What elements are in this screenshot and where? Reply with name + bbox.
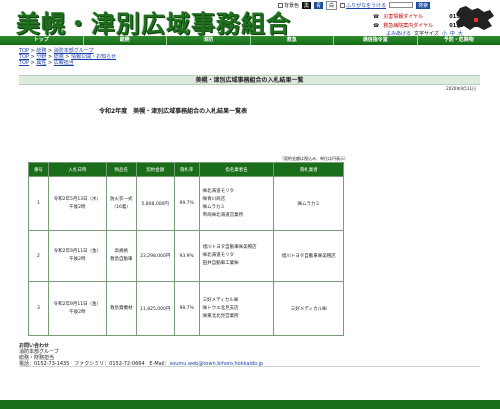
bidder-name: ㈱青川商店	[202, 196, 226, 202]
nav-dispatch[interactable]: 通信指令室	[334, 36, 418, 45]
col-winner: 落札業者	[273, 162, 344, 177]
footer-bar	[0, 400, 500, 409]
palette-icon	[278, 2, 283, 8]
phone-icon: ☎	[373, 13, 380, 20]
breadcrumb-link[interactable]: 広報担当	[54, 60, 74, 66]
document-heading: 令和2年度 美幌・津別広域事務組合の入札結果一覧表	[99, 108, 248, 115]
utility-bar: 背景色 黒 青 白 ふりがなをうける 検索	[278, 0, 431, 10]
nav-general-affairs[interactable]: 総務	[84, 36, 167, 45]
bidder-name: 三好メディカル㈱	[202, 297, 239, 303]
cell-rate: 99.7%	[173, 176, 200, 231]
phone-label: 救急病院案内ダイヤル	[383, 23, 434, 29]
time-text: 午後2時	[69, 309, 86, 315]
item-text: 救急資機材	[110, 305, 133, 311]
cell-item: 防火衣一式 （16着）	[105, 176, 137, 231]
cell-no: 3	[28, 281, 49, 336]
col-bidders: 指名業者名	[198, 162, 275, 177]
cell-rate: 98.7%	[173, 281, 200, 336]
cell-winner: 旭川トヨタ自動車㈱美幌店	[273, 230, 344, 282]
cell-no: 1	[28, 176, 49, 231]
background-color-label: 背景色	[284, 2, 300, 9]
search-input[interactable]	[389, 2, 414, 8]
search-button[interactable]: 検索	[416, 1, 431, 9]
bg-black-button[interactable]: 黒	[302, 1, 312, 9]
date-text: 令和2年9月11日（金）	[53, 249, 102, 254]
breadcrumb-line: TOP > 属性 > 広報担当	[19, 60, 74, 66]
bid-results-table: 番号 入札日時 物品名 契約金額 落札率 指名業者名 落札業者 1 令和2年5月…	[28, 162, 344, 336]
site-logo-title[interactable]: 美幌・津別広域事務組合	[16, 4, 291, 39]
nav-top[interactable]: トップ	[0, 36, 84, 45]
cell-amount: 23,298,000円	[135, 230, 175, 282]
page-title: 美幌・津別広域事務組合の入札結果一覧	[19, 75, 480, 85]
cell-amount: 11,825,000円	[135, 281, 175, 336]
date-text: 令和2年9月11日（金）	[53, 301, 102, 307]
date-text: 令和2年5月13日（水）	[53, 196, 102, 202]
bidder-name: 帝商㈱北海道営業所	[202, 212, 244, 218]
bidder-name: ㈱トウエ北見支店	[202, 305, 239, 311]
phone-label: 災害情報ダイヤル	[383, 14, 424, 20]
time-text: 午後2時	[69, 204, 86, 210]
footer-divider	[19, 366, 480, 367]
bg-white-button[interactable]: 白	[326, 0, 338, 10]
item-text: （16着）	[111, 204, 131, 210]
col-rate: 落札率	[173, 162, 200, 177]
cell-bidders: 三好メディカル㈱ ㈱トウエ北見支店 ㈱東北北見営業所	[198, 281, 275, 336]
table-row: 2 令和2年9月11日（金） 午後2時 高規格 救急自動車 23,298,000…	[28, 230, 344, 282]
breadcrumb-link[interactable]: 情報公開・お知らせ	[71, 54, 116, 60]
breadcrumb: TOP > 総務 > 消防本部グループ TOP > 分野 > 総務 > 情報公開…	[19, 48, 116, 66]
cell-amount: 5,808,000円	[135, 176, 175, 231]
contact-section: お問い合わせ 消防本部グループ 総務・財務担当 電話：0152-73-1435 …	[19, 343, 263, 367]
global-nav: トップ 総務 消防 救急 通信指令室 予防・危険物	[0, 36, 500, 45]
phone-icon: ☎	[373, 22, 380, 29]
breadcrumb-link[interactable]: TOP	[19, 60, 29, 66]
cell-date: 令和2年9月11日（金） 午後2時	[47, 230, 107, 282]
col-item: 物品名	[105, 162, 137, 177]
page-date: 2020年9月11日	[446, 86, 476, 91]
cell-rate: 93.9%	[173, 230, 200, 282]
col-date: 入札日時	[47, 162, 107, 177]
table-header-row: 番号 入札日時 物品名 契約金額 落札率 指名業者名 落札業者	[28, 162, 344, 177]
site-header: 美幌・津別広域事務組合 背景色 黒 青 白 ふりがなをうける 検索 ☎ 災害情報…	[0, 0, 500, 39]
furigana-icon	[340, 2, 346, 8]
bg-blue-button[interactable]: 青	[314, 1, 324, 9]
furigana-button[interactable]: ふりがなをうける	[340, 2, 386, 9]
cell-bidders: ㈱北海道モリタ ㈱青川商店 ㈱ムラカミ 帝商㈱北海道営業所	[198, 176, 275, 231]
nav-ambulance[interactable]: 救急	[251, 36, 334, 45]
cell-winner: ㈱ムラカミ	[273, 176, 344, 231]
cell-no: 2	[28, 230, 49, 282]
bidder-name: 田井自動車工業㈱	[202, 261, 239, 266]
furigana-link[interactable]: ふりがなをうける	[346, 2, 386, 9]
bidder-name: ㈱東北北見営業所	[202, 313, 239, 319]
col-amount: 契約金額	[135, 162, 175, 177]
item-text: 救急自動車	[110, 257, 133, 262]
cell-date: 令和2年9月11日（金） 午後2時	[47, 281, 107, 336]
table-row: 3 令和2年9月11日（金） 午後2時 救急資機材 11,825,000円 98…	[28, 281, 344, 336]
nav-fire[interactable]: 消防	[167, 36, 251, 45]
item-text: 防火衣一式	[110, 196, 133, 202]
cell-item: 救急資機材	[105, 281, 137, 336]
nav-prevention[interactable]: 予防・危険物	[418, 36, 500, 45]
table-row: 1 令和2年5月13日（水） 午後2時 防火衣一式 （16着） 5,808,00…	[28, 176, 344, 231]
background-color-control: 背景色	[278, 2, 299, 9]
item-text: 高規格	[114, 249, 129, 254]
bidder-name: ㈱北海道モリタ	[202, 253, 235, 258]
cell-item: 高規格 救急自動車	[105, 230, 137, 282]
cell-winner: 三好メディカル㈱	[273, 281, 344, 336]
bidder-name: ㈱北海道モリタ	[202, 188, 235, 194]
cell-date: 令和2年5月13日（水） 午後2時	[47, 176, 107, 231]
bidder-name: 旭川トヨタ自動車㈱美幌店	[202, 245, 257, 250]
bidder-name: ㈱ムラカミ	[202, 204, 225, 210]
time-text: 午後2時	[69, 257, 86, 262]
col-no: 番号	[28, 162, 49, 177]
breadcrumb-link[interactable]: 属性	[36, 60, 46, 66]
cell-bidders: 旭川トヨタ自動車㈱美幌店 ㈱北海道モリタ 田井自動車工業㈱	[198, 230, 275, 282]
